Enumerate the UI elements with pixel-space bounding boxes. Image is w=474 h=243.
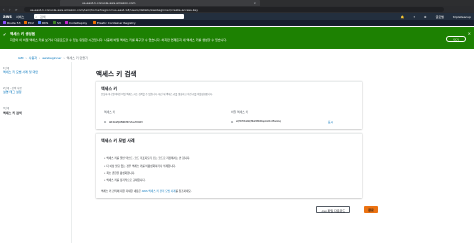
best-practices-doc-link[interactable]: AWS 액세스 키 관리 모범 사례 <box>142 190 176 193</box>
best-practices-panel: 액세스 키 모범 사례 • 액세스 키를 일반 텍스트, 코드 리포지토리 또는… <box>96 133 362 198</box>
search-placeholder: 검색 <box>40 14 46 19</box>
ecr-icon <box>93 21 96 25</box>
access-key-value: AKIAVQU5NDHCSSLZXCW3 <box>109 120 143 124</box>
wizard-steps-sidebar: 1단계 액세스 키 모범 사례 및 대안 2단계 - 선택 사항 설명 태그 설… <box>0 62 72 243</box>
best-practice-item: • 더 이상 필요 없는 경우 액세스 키를 비활성화하거나 삭제합니다. <box>104 165 176 168</box>
download-csv-button[interactable]: .csv 파일 다운로드 <box>316 206 350 213</box>
breadcrumb-user[interactable]: awsbeginner <box>42 56 61 60</box>
step-3-current: 액세스 키 검색 <box>3 111 22 115</box>
region-selector[interactable]: 글로벌 <box>436 15 444 19</box>
reload-icon[interactable]: ⟳ <box>15 8 18 12</box>
favorite-codedeploy[interactable]: CodeDeploy <box>65 21 87 25</box>
secret-key-header: 비밀 액세스 키 <box>231 110 249 114</box>
bell-icon[interactable]: 🔔 <box>401 15 405 19</box>
best-practice-item: • 액세스 키를 일반 텍스트, 코드 리포지토리 또는 코드로 저장해서는 안… <box>104 157 191 160</box>
banner-title: 액세스 키 생성됨 <box>10 32 35 36</box>
step-1-link[interactable]: 액세스 키 모범 사례 및 대안 <box>3 70 38 74</box>
breadcrumb: IAM › 사용자 › awsbeginner › 액세스 키 만들기 <box>18 56 88 60</box>
back-arrow-icon[interactable]: ‹ <box>3 7 5 12</box>
favorite-route-53[interactable]: Route 53 <box>3 21 20 25</box>
aws-search-input[interactable]: ⌕ 검색 <box>34 14 184 19</box>
access-key-panel: 액세스 키 분실하거나 잊어버린 비밀 액세스 키는 검색할 수 없습니다. 대… <box>96 81 362 129</box>
nav-right-group: 🔔 ? ⚙ 글로벌 tripleteacup <box>393 15 471 19</box>
rds-icon <box>38 21 41 25</box>
favorite-ec2[interactable]: EC2 <box>24 21 34 25</box>
ec2-icon <box>24 21 27 25</box>
done-button[interactable]: 완료 <box>364 206 378 213</box>
banner-dismiss-label: 닫기 <box>453 38 459 42</box>
services-menu-button[interactable]: 서비스 <box>16 15 24 19</box>
breadcrumb-iam[interactable]: IAM <box>18 56 24 60</box>
route-53-icon <box>3 21 6 25</box>
page-title: 액세스 키 검색 <box>96 70 137 78</box>
aws-logo[interactable]: aws <box>3 14 12 19</box>
breadcrumb-current: 액세스 키 만들기 <box>66 56 88 60</box>
favorite-s3[interactable]: S3 <box>53 21 61 25</box>
breadcrumb-users[interactable]: 사용자 <box>29 56 37 60</box>
close-icon[interactable]: × <box>468 31 471 36</box>
copy-icon[interactable]: ⧉ <box>104 120 106 124</box>
best-practice-item: • 최소 권한을 활성화합니다. <box>104 172 136 175</box>
done-label: 완료 <box>368 207 374 212</box>
favorite-ecr[interactable]: Elastic Container Registry <box>93 21 136 25</box>
codedeploy-icon <box>65 21 68 25</box>
best-practices-title: 액세스 키 모범 사례 <box>101 138 135 143</box>
show-secret-link[interactable]: 표시 <box>328 120 333 124</box>
forward-arrow-icon[interactable]: › <box>9 7 11 12</box>
breadcrumb-separator: › <box>39 56 41 60</box>
check-circle-icon: ✔ <box>3 32 7 37</box>
aws-top-nav: aws 서비스 ⌕ 검색 🔔 ? ⚙ 글로벌 tripleteacup <box>0 13 474 20</box>
secret-key-value: eQT97DXoWmQfNaPdBhDOapVwOIx2MuAnGq <box>236 120 281 123</box>
access-key-panel-desc: 분실하거나 잊어버린 비밀 액세스 키는 검색할 수 없습니다. 대신 새 액세… <box>101 93 213 96</box>
banner-dismiss-button[interactable]: 닫기 <box>446 36 466 42</box>
best-practices-footer: 액세스 키 관리에 대한 자세한 내용은 AWS 액세스 키 관리 모범 사례를… <box>101 190 192 193</box>
access-key-header: 액세스 키 <box>104 110 116 114</box>
close-icon[interactable]: × <box>253 1 256 5</box>
account-menu[interactable]: tripleteacup <box>453 15 471 19</box>
tab-title: us-east-1.console.aws.amazon.com <box>82 1 136 5</box>
search-icon: ⌕ <box>35 14 38 19</box>
best-practice-item: • 액세스 키를 정기적으로 교체합니다. <box>104 179 146 182</box>
breadcrumb-separator: › <box>63 56 65 60</box>
url-field[interactable]: us-east-1.console.aws.amazon.com/iam/hom… <box>24 7 444 12</box>
s3-icon <box>53 21 56 25</box>
copy-icon[interactable]: ⧉ <box>231 120 233 124</box>
url-text: us-east-1.console.aws.amazon.com/iam/hom… <box>30 7 199 12</box>
download-csv-label: .csv 파일 다운로드 <box>320 208 346 213</box>
success-banner: ✔ 액세스 키 생성됨 지금이 이 비밀 액세스 키를 보거나 다운로드할 수 … <box>0 27 474 49</box>
favorites-bar: Route 53 EC2 RDS S3 CodeDeploy Elastic C… <box>0 20 474 26</box>
help-icon[interactable]: ? <box>413 15 415 19</box>
address-bar-row: ‹ › ⟳ us-east-1.console.aws.amazon.com/i… <box>0 6 474 13</box>
step-2-link[interactable]: 설명 태그 설정 <box>3 90 21 94</box>
favorite-rds[interactable]: RDS <box>38 21 48 25</box>
banner-body: 지금이 이 비밀 액세스 키를 보거나 다운로드할 수 있는 유일한 시간입니다… <box>10 38 228 42</box>
breadcrumb-separator: › <box>25 56 27 60</box>
step-3-label: 3단계 <box>3 107 10 110</box>
gear-icon[interactable]: ⚙ <box>424 15 427 19</box>
